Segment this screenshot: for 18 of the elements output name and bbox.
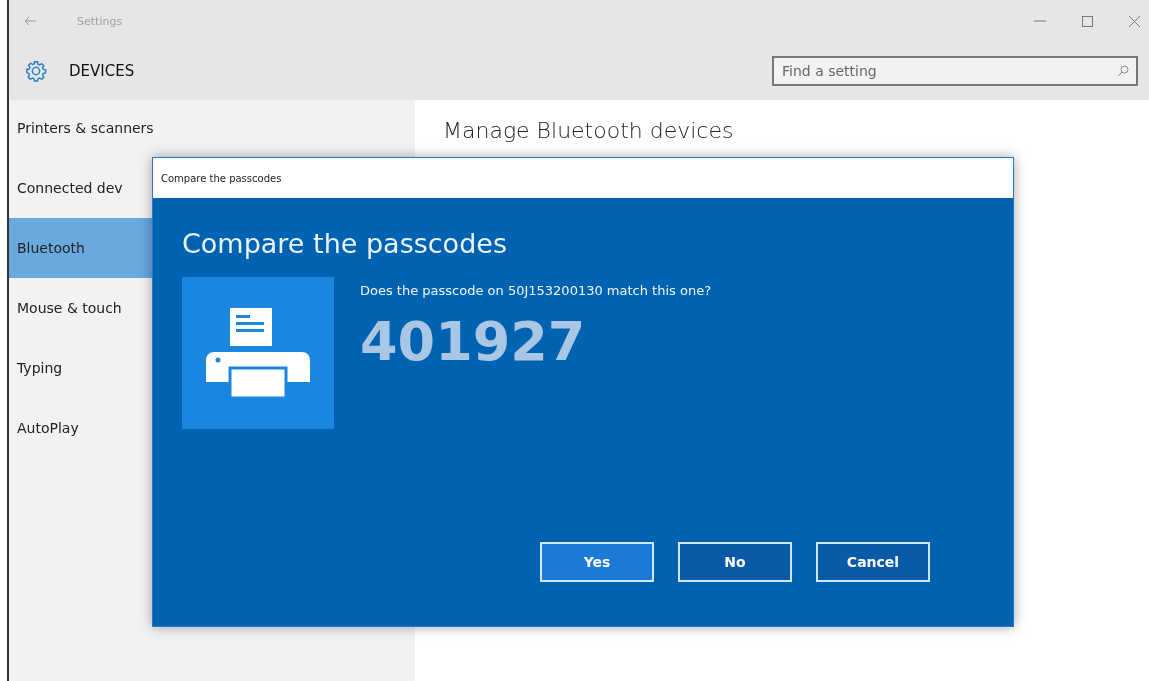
dialog-button[interactable]: No (678, 542, 792, 582)
question-text: Does the passcode on 50J153200130 match this one? (360, 283, 712, 298)
dialog-button[interactable]: Yes (540, 542, 654, 582)
printer-icon (206, 308, 310, 398)
sidebar-item[interactable]: Printers & scanners (9, 98, 415, 158)
page-title: DEVICES (69, 62, 135, 80)
section-heading: Manage Bluetooth devices (443, 118, 735, 143)
passcode-text: 401927 (360, 310, 587, 373)
back-arrow-icon[interactable] (23, 16, 37, 26)
settings-icon (25, 60, 47, 82)
maximize-icon[interactable] (1082, 15, 1093, 27)
search-icon[interactable] (1117, 65, 1129, 77)
window-title: Settings (77, 14, 123, 28)
dialog-heading: Compare the passcodes (182, 228, 508, 259)
close-icon[interactable] (1129, 15, 1140, 27)
dialog-button[interactable]: Cancel (816, 542, 930, 582)
search-field[interactable]: Find a setting (772, 56, 1138, 86)
dialog-title: Compare the passcodes (161, 172, 282, 184)
